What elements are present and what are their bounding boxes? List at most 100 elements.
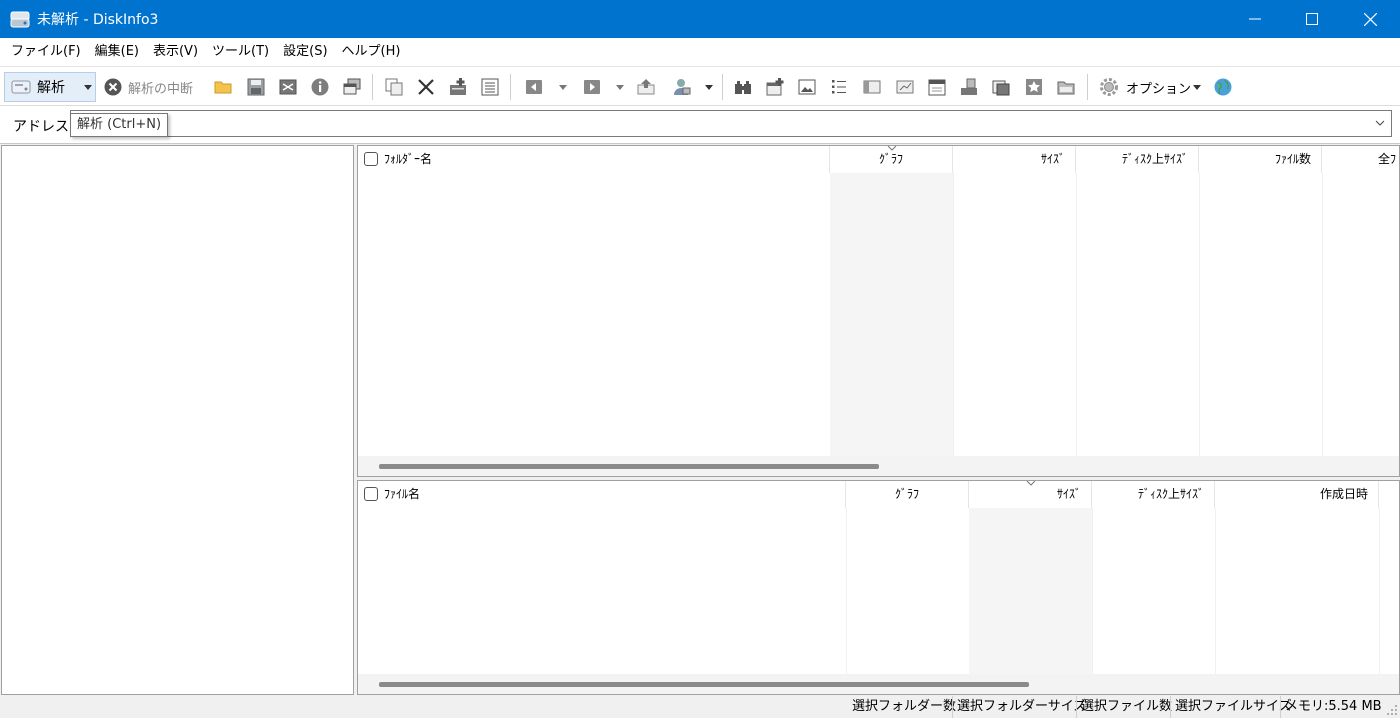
calendar-icon	[927, 77, 947, 97]
delete-icon	[416, 77, 436, 97]
column-disk-size-label: ﾃﾞｨｽｸ上ｻｲｽﾞ	[1121, 152, 1188, 166]
scrollbar-thumb[interactable]	[379, 682, 1029, 687]
column-folder-name[interactable]: ﾌｫﾙﾀﾞｰ名	[358, 146, 830, 173]
preview-icon	[991, 77, 1011, 97]
column-disk-size-label: ﾃﾞｨｽｸ上ｻｲｽﾞ	[1137, 487, 1204, 501]
column-size[interactable]: ｻｲｽﾞ	[953, 146, 1076, 173]
address-bar: アドレス 解析 (Ctrl+N)	[0, 106, 1400, 144]
copy-icon	[384, 77, 404, 97]
preview-button[interactable]	[991, 75, 1011, 99]
column-graph[interactable]: ｸﾞﾗﾌ	[846, 481, 969, 508]
column-folder-name-label: ﾌｫﾙﾀﾞｰ名	[384, 152, 433, 166]
menu-help[interactable]: ヘルプ(H)	[335, 38, 408, 66]
delete-button[interactable]	[416, 75, 436, 99]
forward-dropdown-button[interactable]	[615, 75, 625, 99]
address-label: アドレス	[13, 119, 69, 135]
sorted-column-background	[830, 173, 953, 456]
file-list-horizontal-scrollbar[interactable]	[358, 674, 1399, 694]
column-graph[interactable]: ｸﾞﾗﾌ	[830, 146, 953, 173]
user-icon	[672, 77, 692, 97]
menu-settings[interactable]: 設定(S)	[276, 38, 334, 66]
options-button[interactable]: オプション	[1099, 75, 1191, 99]
column-divider	[1199, 173, 1200, 456]
menu-bar: ファイル(F) 編集(E) 表示(V) ツール(T) 設定(S) ヘルプ(H)	[0, 38, 1400, 66]
analyze-tooltip: 解析 (Ctrl+N)	[70, 113, 169, 137]
minimize-button[interactable]	[1227, 0, 1283, 38]
menu-tools[interactable]: ツール(T)	[205, 38, 276, 66]
menu-edit[interactable]: 編集(E)	[88, 38, 146, 66]
column-disk-size[interactable]: ﾃﾞｨｽｸ上ｻｲｽﾞ	[1076, 146, 1199, 173]
info-button[interactable]	[310, 75, 330, 99]
column-file-name-label: ﾌｧｲﾙ名	[384, 487, 421, 501]
user-dropdown-button[interactable]	[704, 75, 714, 99]
column-disk-size[interactable]: ﾃﾞｨｽｸ上ｻｲｽﾞ	[1092, 481, 1215, 508]
tile-icon	[862, 77, 882, 97]
web-button[interactable]	[1213, 75, 1233, 99]
status-selected-files: 選択ファイル数	[1076, 696, 1176, 718]
column-file-count-label: ﾌｧｲﾙ数	[1274, 152, 1311, 166]
export-button[interactable]	[278, 75, 298, 99]
address-input[interactable]	[71, 111, 1391, 136]
scrollbar-thumb[interactable]	[379, 464, 879, 469]
maximize-button[interactable]	[1284, 0, 1340, 38]
chevron-down-icon[interactable]	[1375, 118, 1385, 128]
status-selected-file-size: 選択ファイルサイズ	[1170, 696, 1296, 718]
save-button[interactable]	[246, 75, 266, 99]
menu-file[interactable]: ファイル(F)	[4, 38, 88, 66]
new-window-button[interactable]	[765, 75, 785, 99]
toolbar-separator	[372, 74, 373, 100]
favorite-button[interactable]	[1024, 75, 1044, 99]
chevron-down-icon	[705, 84, 713, 90]
list-view-button[interactable]	[480, 75, 500, 99]
column-file-name[interactable]: ﾌｧｲﾙ名	[358, 481, 846, 508]
folder-list-horizontal-scrollbar[interactable]	[358, 456, 1399, 476]
select-all-checkbox[interactable]	[364, 487, 378, 501]
calendar-button[interactable]	[927, 75, 947, 99]
chevron-down-icon	[84, 84, 92, 90]
forward-button[interactable]	[582, 75, 602, 99]
tile-view-button[interactable]	[862, 75, 882, 99]
add-to-list-button[interactable]	[448, 75, 468, 99]
drive-icon	[959, 77, 979, 97]
sort-down-icon	[1026, 481, 1036, 486]
properties-button[interactable]	[342, 75, 362, 99]
maximize-icon	[1306, 13, 1318, 25]
column-divider	[846, 508, 847, 674]
column-size[interactable]: ｻｲｽﾞ	[969, 481, 1092, 508]
resize-grip-icon[interactable]	[1386, 704, 1398, 716]
toolbar-separator	[722, 74, 723, 100]
close-button[interactable]	[1342, 0, 1398, 38]
analyze-dropdown-button[interactable]	[81, 72, 95, 102]
up-folder-button[interactable]	[636, 75, 656, 99]
column-divider	[1092, 508, 1093, 674]
chart-view-button[interactable]	[895, 75, 915, 99]
image-icon	[797, 77, 817, 97]
binoculars-button[interactable]	[733, 75, 753, 99]
copy-button[interactable]	[384, 75, 404, 99]
column-created-date[interactable]: 作成日時	[1215, 481, 1379, 508]
file-list-panel[interactable]: ﾌｧｲﾙ名 ｸﾞﾗﾌ ｻｲｽﾞ ﾃﾞｨｽｸ上ｻｲｽﾞ 作成日時	[357, 480, 1400, 695]
folder-tree-panel[interactable]	[1, 145, 354, 695]
options-dropdown-button[interactable]	[1192, 75, 1202, 99]
disk-icon	[9, 8, 31, 30]
options-label: オプション	[1126, 81, 1192, 97]
folder-list-panel[interactable]: ﾌｫﾙﾀﾞｰ名 ｸﾞﾗﾌ ｻｲｽﾞ ﾃﾞｨｽｸ上ｻｲｽﾞ ﾌｧｲﾙ数 全ﾌ	[357, 145, 1400, 477]
column-total[interactable]: 全ﾌ	[1322, 146, 1399, 173]
menu-view[interactable]: 表示(V)	[146, 38, 205, 66]
user-button[interactable]	[672, 75, 692, 99]
back-button[interactable]	[524, 75, 544, 99]
back-dropdown-button[interactable]	[558, 75, 568, 99]
column-divider	[1322, 173, 1323, 456]
image-button[interactable]	[797, 75, 817, 99]
column-divider	[1379, 508, 1380, 674]
stop-analysis-button[interactable]: 解析の中断	[103, 75, 193, 99]
details-button[interactable]	[829, 75, 849, 99]
address-combobox[interactable]	[70, 110, 1392, 137]
drive-button[interactable]	[959, 75, 979, 99]
title-bar[interactable]: 未解析 - DiskInfo3	[0, 0, 1400, 38]
open-folder-button[interactable]	[213, 75, 233, 99]
column-file-count[interactable]: ﾌｧｲﾙ数	[1199, 146, 1322, 173]
archive-button[interactable]	[1056, 75, 1076, 99]
select-all-checkbox[interactable]	[364, 152, 378, 166]
save-icon	[246, 77, 266, 97]
